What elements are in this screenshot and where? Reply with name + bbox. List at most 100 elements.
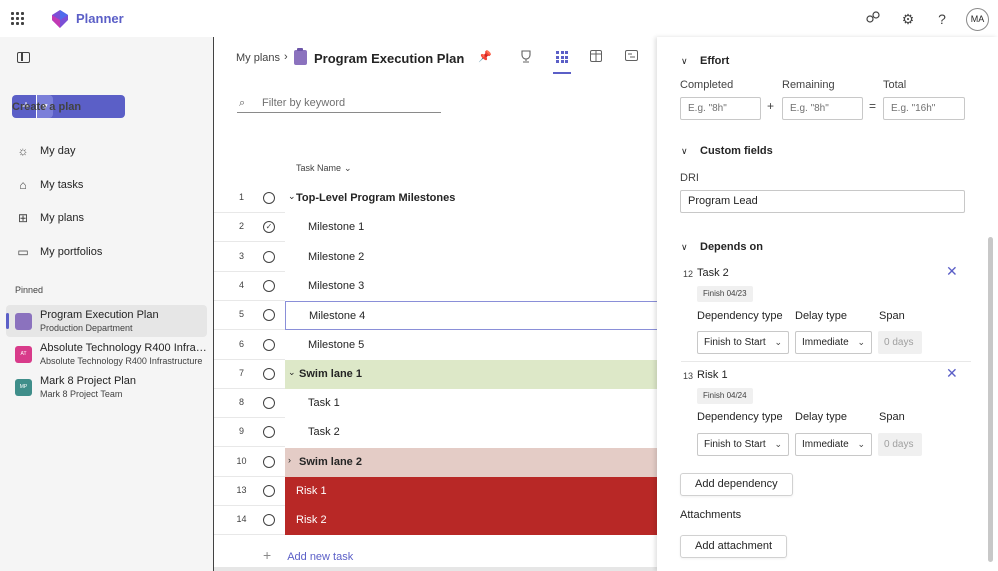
dependency-type-select[interactable]: Finish to Start ⌄ — [697, 331, 789, 354]
complete-task-radio[interactable] — [263, 309, 275, 322]
pinned-plan-absolute-technology[interactable]: AT Absolute Technology R400 Infrastructu… — [6, 338, 207, 370]
add-new-task-button[interactable]: + Add new task — [263, 547, 353, 563]
chevron-down-icon[interactable]: ⌄ — [288, 367, 296, 378]
task-name: Swim lane 2 — [299, 455, 362, 468]
panel-scrollbar[interactable] — [988, 237, 993, 562]
complete-task-radio[interactable] — [263, 426, 275, 439]
pin-icon[interactable]: 📌 — [478, 50, 492, 63]
pinned-plan-mark-8[interactable]: MP Mark 8 Project Plan Mark 8 Project Te… — [6, 371, 207, 403]
plan-avatar-icon: MP — [15, 378, 32, 396]
avatar[interactable]: MA — [966, 8, 989, 31]
table-row[interactable]: 9 Task 2 — [214, 418, 658, 448]
column-header-task-name[interactable]: Task Name ⌄ — [296, 163, 352, 174]
task-name: Risk 2 — [296, 514, 327, 527]
table-row[interactable]: 3 Milestone 2 — [214, 242, 658, 272]
chevron-right-icon[interactable]: › — [288, 455, 291, 465]
custom-fields-section-toggle[interactable]: ∨ Custom fields — [681, 145, 773, 157]
complete-task-radio[interactable] — [263, 279, 275, 292]
filter-input[interactable]: ⌕ Filter by keyword — [237, 94, 441, 113]
nav-my-portfolios[interactable]: ▭ My portfolios — [16, 242, 102, 262]
complete-task-radio[interactable] — [263, 514, 275, 527]
completed-check-icon[interactable]: ✓ — [263, 221, 275, 234]
complete-task-radio[interactable] — [263, 338, 275, 351]
app-launcher-icon[interactable] — [11, 12, 24, 25]
trophy-icon[interactable] — [519, 50, 533, 64]
grid-view-icon[interactable] — [555, 50, 569, 64]
schedule-view-icon[interactable] — [624, 50, 638, 64]
table-row[interactable]: 13 Risk 1 — [214, 477, 658, 506]
add-attachment-button[interactable]: Add attachment — [680, 535, 788, 558]
gear-icon[interactable]: ⚙ — [899, 10, 917, 28]
delay-type-select[interactable]: Immediate ⌄ — [795, 433, 872, 456]
chevron-down-icon[interactable]: ⌄ — [455, 51, 463, 62]
delay-type-select[interactable]: Immediate ⌄ — [795, 331, 872, 354]
task-name: Swim lane 1 — [299, 367, 362, 380]
remaining-effort-field[interactable]: E.g. "8h" — [782, 97, 863, 120]
horizontal-scrollbar[interactable] — [214, 567, 658, 571]
nav-my-tasks[interactable]: ⌂ My tasks — [16, 175, 83, 195]
table-row[interactable]: 1 ⌄ Top-Level Program Milestones — [214, 184, 658, 213]
span-field[interactable]: 0 days — [878, 331, 922, 354]
task-name-cell[interactable]: › Swim lane 2 — [285, 447, 658, 477]
task-name-cell[interactable]: Task 1 — [285, 389, 658, 419]
sun-icon: ☼ — [17, 144, 29, 158]
table-row[interactable]: 4 Milestone 3 — [214, 271, 658, 301]
plan-avatar-icon: AT — [15, 345, 32, 363]
remove-dependency-close-icon[interactable]: ✕ — [946, 263, 958, 280]
task-name-cell[interactable]: ⌄ Top-Level Program Milestones — [285, 184, 658, 213]
dependency-name[interactable]: Risk 1 — [697, 369, 728, 381]
task-name: Task 1 — [308, 397, 340, 410]
nav-my-day[interactable]: ☼ My day — [16, 141, 76, 161]
complete-task-radio[interactable] — [263, 367, 275, 380]
table-row[interactable]: 2 ✓ Milestone 1 — [214, 213, 658, 243]
create-plan-button[interactable]: + Create a plan ▾ — [12, 95, 125, 118]
help-icon[interactable]: ? — [933, 10, 951, 28]
span-label: Span — [879, 310, 905, 322]
create-plan-label: Create a plan — [12, 100, 82, 113]
share-icon[interactable] — [864, 10, 882, 28]
effort-section-toggle[interactable]: ∨ Effort — [681, 55, 729, 67]
span-field[interactable]: 0 days — [878, 433, 922, 456]
task-name-cell[interactable]: Task 2 — [285, 418, 658, 448]
task-name-cell[interactable]: ⌄ Swim lane 1 — [285, 359, 658, 389]
remove-dependency-close-icon[interactable]: ✕ — [946, 365, 958, 382]
table-row[interactable]: 7 ⌄ Swim lane 1 — [214, 359, 658, 389]
task-name-cell[interactable]: Milestone 4 — [285, 301, 658, 331]
task-name-cell[interactable]: Risk 1 — [285, 477, 658, 506]
table-row[interactable]: 5 Milestone 4 — [214, 301, 658, 331]
chevron-down-icon[interactable]: ⌄ — [288, 191, 296, 202]
complete-task-radio[interactable] — [263, 455, 275, 468]
complete-task-radio[interactable] — [263, 250, 275, 263]
task-name-cell[interactable]: Milestone 2 — [285, 242, 658, 272]
span-label: Span — [879, 411, 905, 423]
task-name-cell[interactable]: Milestone 3 — [285, 271, 658, 301]
table-row[interactable]: 14 Risk 2 — [214, 506, 658, 536]
complete-task-radio[interactable] — [263, 397, 275, 410]
total-effort-field[interactable]: E.g. "16h" — [883, 97, 965, 120]
dri-field[interactable]: Program Lead — [680, 190, 965, 213]
table-row[interactable]: 8 Task 1 — [214, 389, 658, 419]
dependency-type-select[interactable]: Finish to Start ⌄ — [697, 433, 789, 456]
collapse-sidebar-icon[interactable] — [17, 52, 30, 63]
dependency-name[interactable]: Task 2 — [697, 267, 729, 279]
page-title[interactable]: Program Execution Plan — [314, 51, 464, 66]
pinned-plan-program-execution[interactable]: Program Execution Plan Production Depart… — [6, 305, 207, 337]
chevron-right-icon: › — [284, 51, 288, 63]
depends-on-section-toggle[interactable]: ∨ Depends on — [681, 241, 763, 253]
breadcrumb-my-plans[interactable]: My plans — [236, 52, 280, 64]
completed-effort-field[interactable]: E.g. "8h" — [680, 97, 761, 120]
chevron-down-icon: ∨ — [681, 56, 688, 66]
task-name-cell[interactable]: Milestone 1 — [285, 213, 658, 243]
table-row[interactable]: 10 › Swim lane 2 — [214, 447, 658, 477]
complete-task-radio[interactable] — [263, 192, 275, 204]
table-row[interactable]: 6 Milestone 5 — [214, 330, 658, 360]
complete-task-radio[interactable] — [263, 485, 275, 497]
task-name-cell[interactable]: Risk 2 — [285, 506, 658, 536]
board-view-icon[interactable] — [589, 50, 603, 64]
dependency-type-label: Dependency type — [697, 411, 783, 423]
add-dependency-button[interactable]: Add dependency — [680, 473, 793, 496]
nav-label: My tasks — [40, 179, 84, 191]
pinned-title: Mark 8 Project Plan — [40, 375, 136, 387]
task-name-cell[interactable]: Milestone 5 — [285, 330, 658, 360]
nav-my-plans[interactable]: ⊞ My plans — [16, 208, 84, 228]
